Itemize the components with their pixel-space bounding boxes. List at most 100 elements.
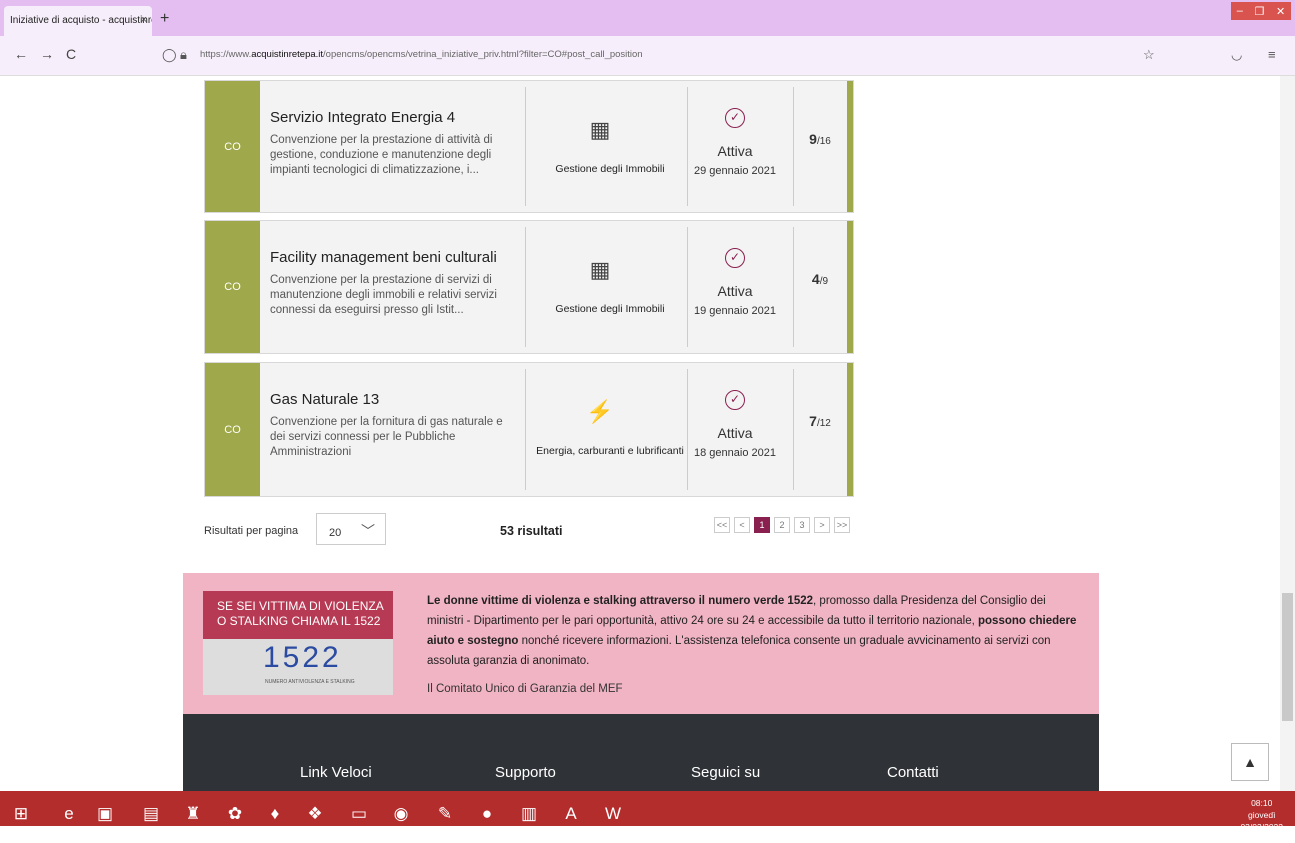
- close-window-icon[interactable]: ✕: [1276, 5, 1285, 18]
- shield-icon[interactable]: ◯: [162, 47, 177, 63]
- result-count: 53 risultati: [500, 524, 563, 538]
- divider: [687, 227, 688, 347]
- initiative-card[interactable]: CO Gas Naturale 13 Convenzione per la fo…: [204, 362, 854, 497]
- initiative-title[interactable]: Facility management beni culturali: [270, 249, 497, 266]
- check-circle-icon: ✓: [725, 390, 745, 410]
- divider: [687, 369, 688, 490]
- reload-icon[interactable]: C: [66, 46, 76, 62]
- back-to-top-button[interactable]: ▲: [1231, 743, 1269, 781]
- tab-bar: Iniziative di acquisto - acquistinretepa…: [0, 0, 1295, 36]
- initiative-description: Convenzione per la fornitura di gas natu…: [270, 416, 503, 458]
- page-link-1[interactable]: 1: [754, 517, 770, 533]
- status-date: 18 gennaio 2021: [694, 447, 776, 459]
- initiative-card[interactable]: CO Facility management beni culturali Co…: [204, 220, 854, 354]
- tab-title: Iniziative di acquisto - acquistinretepa: [10, 15, 152, 26]
- browser-tab[interactable]: Iniziative di acquisto - acquistinretepa…: [4, 6, 152, 36]
- banner-image-line2: O STALKING CHIAMA IL 1522: [217, 614, 381, 628]
- divider: [525, 227, 526, 347]
- firefox-icon[interactable]: ●: [474, 801, 500, 827]
- lot-count-total: /9: [819, 276, 829, 287]
- acrobat-icon[interactable]: A: [558, 801, 584, 827]
- footer-heading-seguici: Seguici su: [691, 764, 761, 781]
- tab-close-icon[interactable]: ×: [141, 14, 147, 26]
- clock-day: giovedì: [1248, 810, 1276, 820]
- page-link-2[interactable]: 2: [774, 517, 790, 533]
- banner-text: Le donne vittime di violenza e stalking …: [427, 591, 1077, 671]
- lot-count-total: /16: [816, 136, 831, 147]
- word-icon[interactable]: W: [600, 801, 626, 827]
- building-icon: ▦: [589, 117, 611, 142]
- check-circle-icon: ✓: [725, 248, 745, 268]
- category-label: Energia, carburanti e lubrificanti: [536, 445, 684, 457]
- initiative-card[interactable]: CO Servizio Integrato Energia 4 Convenzi…: [204, 80, 854, 213]
- banner-image-number: 1522: [263, 641, 342, 674]
- status-label: Attiva: [717, 283, 753, 299]
- page-content: CO Servizio Integrato Energia 4 Convenzi…: [0, 76, 1280, 791]
- app-icon[interactable]: ▥: [516, 801, 542, 827]
- next-page-link[interactable]: >: [814, 517, 830, 533]
- app-icon[interactable]: ♜: [180, 801, 206, 827]
- url-bar[interactable]: https://www.acquistinretepa.it/opencms/o…: [200, 49, 643, 60]
- internet-explorer-icon[interactable]: e: [56, 801, 82, 827]
- results-per-page-label: Risultati per pagina: [204, 525, 299, 537]
- page-links: << < 1 2 3 > >>: [714, 517, 850, 533]
- page-link-3[interactable]: 3: [794, 517, 810, 533]
- initiative-title[interactable]: Servizio Integrato Energia 4: [270, 109, 455, 126]
- file-explorer-icon[interactable]: ▭: [346, 801, 372, 827]
- url-path: /opencms/opencms/vetrina_iniziative_priv…: [323, 49, 643, 60]
- chevron-down-icon: ﹀: [361, 523, 375, 539]
- antiviolence-banner: SE SEI VITTIMA DI VIOLENZA O STALKING CH…: [183, 573, 1099, 714]
- forward-icon[interactable]: →: [40, 46, 54, 62]
- category-label: Gestione degli Immobili: [555, 163, 665, 175]
- store-icon[interactable]: ▣: [92, 801, 118, 827]
- banner-image-heading: SE SEI VITTIMA DI VIOLENZA O STALKING CH…: [203, 591, 393, 639]
- clock-time: 08:10: [1251, 798, 1273, 808]
- app-icon[interactable]: ✎: [432, 801, 458, 827]
- restore-icon[interactable]: ❐: [1255, 5, 1265, 18]
- app-icon[interactable]: ♦: [262, 801, 288, 827]
- lot-count: 9/16: [795, 131, 845, 147]
- banner-text-part2: nonché ricevere informazioni. L'assisten…: [427, 635, 1051, 667]
- last-page-link[interactable]: >>: [834, 517, 850, 533]
- lot-count-main: 7: [809, 413, 817, 429]
- app-icon[interactable]: ✿: [222, 801, 248, 827]
- bookmark-star-icon[interactable]: ☆: [1143, 47, 1155, 63]
- minimize-icon[interactable]: –: [1237, 5, 1243, 17]
- page-footer: Link Veloci Supporto Seguici su Contatti: [183, 714, 1099, 791]
- lock-icon[interactable]: 🔒︎: [180, 47, 187, 63]
- chrome-icon[interactable]: ◉: [388, 801, 414, 827]
- divider: [525, 369, 526, 490]
- status-date: 19 gennaio 2021: [694, 305, 776, 317]
- navigation-bar: ← → C ◯ 🔒︎ https://www.acquistinretepa.i…: [0, 36, 1295, 76]
- divider: [793, 227, 794, 347]
- page-scrollbar[interactable]: [1280, 76, 1295, 791]
- initiative-title[interactable]: Gas Naturale 13: [270, 391, 379, 408]
- footer-heading-contatti: Contatti: [887, 764, 939, 781]
- menu-icon[interactable]: ≡: [1268, 47, 1276, 62]
- scrollbar-thumb[interactable]: [1282, 593, 1293, 721]
- check-circle-icon: ✓: [725, 108, 745, 128]
- app-icon[interactable]: ❖: [302, 801, 328, 827]
- divider: [793, 369, 794, 490]
- back-icon[interactable]: ←: [14, 46, 28, 62]
- card-accent: [847, 81, 853, 212]
- lot-count-total: /12: [816, 418, 831, 429]
- pocket-icon[interactable]: ◡: [1231, 47, 1242, 63]
- url-prefix: https://www.: [200, 49, 252, 60]
- windows-start-icon[interactable]: ⊞: [8, 801, 34, 827]
- app-icon[interactable]: ▤: [138, 801, 164, 827]
- url-domain: acquistinretepa.it: [251, 49, 324, 60]
- new-tab-button[interactable]: +: [160, 10, 169, 28]
- prev-page-link[interactable]: <: [734, 517, 750, 533]
- cug-link[interactable]: Il Comitato Unico di Garanzia del MEF: [427, 683, 623, 695]
- banner-image-line1: SE SEI VITTIMA DI VIOLENZA: [217, 599, 384, 613]
- first-page-link[interactable]: <<: [714, 517, 730, 533]
- banner-text-bold1: Le donne vittime di violenza e stalking …: [427, 595, 814, 607]
- initiative-tag: CO: [205, 81, 260, 212]
- initiative-tag: CO: [205, 221, 260, 353]
- status-label: Attiva: [717, 425, 753, 441]
- lot-count-main: 4: [811, 271, 820, 287]
- window-controls: – ❐ ✕: [1231, 2, 1291, 20]
- card-accent: [847, 363, 853, 496]
- results-per-page-select[interactable]: 20 ﹀: [316, 513, 386, 545]
